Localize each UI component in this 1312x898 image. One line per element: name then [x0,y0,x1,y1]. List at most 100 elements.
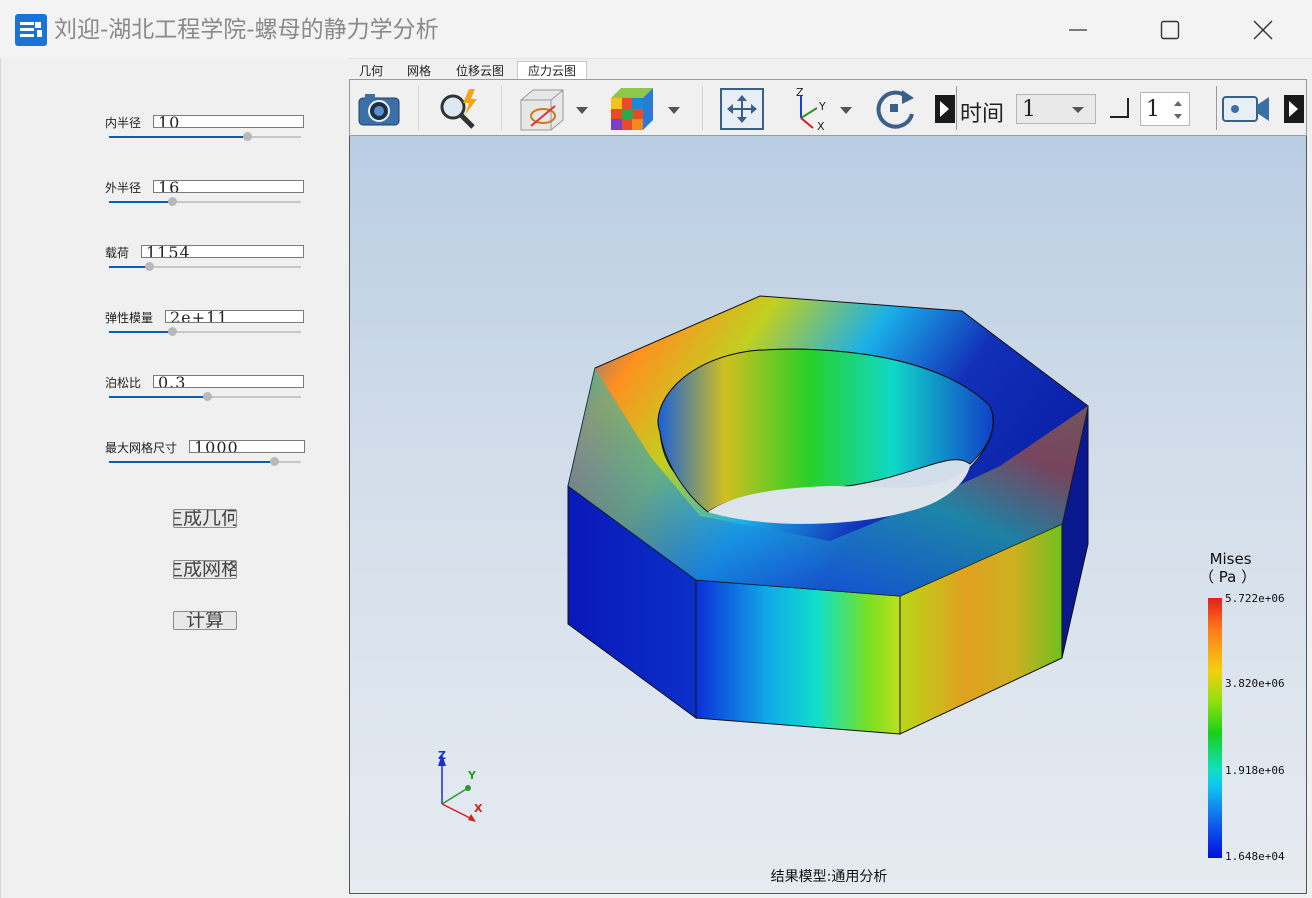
param-poisson-ratio: 泊松比 0.3 [1,375,349,415]
legend-value-max: 5.722e+06 [1225,592,1285,605]
svg-text:Y: Y [818,100,826,113]
step-value: 1 [1146,97,1160,122]
slider-fill [109,136,248,138]
record-video-button[interactable] [1220,86,1274,132]
slider-thumb[interactable] [202,392,212,401]
probe-icon [440,89,477,129]
axes-view-button[interactable]: Z Y X [786,86,836,132]
tab-displacement[interactable]: 位移云图 [456,63,504,79]
max-mesh-size-slider[interactable] [109,457,301,466]
overflow-arrow-icon [1284,95,1304,123]
rotate-button[interactable] [872,86,918,132]
screenshot-button[interactable] [356,86,402,132]
svg-text:X: X [817,120,825,132]
fit-view-button[interactable] [718,86,766,132]
chevron-down-icon [1072,107,1084,113]
legend-value-mid-low: 1.918e+06 [1225,764,1285,777]
param-label: 最大网格尺寸 [105,441,178,455]
outer-radius-slider[interactable] [109,197,301,206]
elastic-modulus-input[interactable]: 2e+11 [165,310,304,323]
spin-down-icon[interactable] [1173,113,1183,121]
button-label: 生成网格 [174,560,237,579]
maximize-icon [1160,20,1180,40]
title-bar: 刘迎-湖北工程学院-螺母的静力学分析 [0,0,1312,59]
param-label: 内半径 [105,116,142,130]
toolbar-separator [501,86,502,130]
param-label: 外半径 [105,181,142,195]
toolbar-overflow-right[interactable] [1284,86,1304,132]
toolbar: Z Y X 时间 1 1 [349,79,1307,136]
time-select-value: 1 [1022,97,1036,122]
max-mesh-size-input[interactable]: 1000 [189,440,305,453]
visibility-icon [520,89,564,131]
slider-fill [109,331,173,333]
slider-thumb[interactable] [168,197,178,206]
legend-value-mid-high: 3.820e+06 [1225,677,1285,690]
axes-icon: Z Y X [796,86,826,132]
toolbar-separator [956,86,957,130]
parameter-panel: 内半径 10 外半径 16 载荷 1154 弹性模量 2e+11 泊松比 0.3… [0,58,349,898]
generate-mesh-button[interactable]: 生成网格 [173,560,237,579]
poisson-ratio-slider[interactable] [109,392,301,401]
param-outer-radius: 外半径 16 [1,180,349,220]
app-icon [15,14,47,46]
param-label: 载荷 [105,246,130,260]
tab-mesh[interactable]: 网格 [407,63,431,79]
close-icon [1253,20,1273,40]
legend-title: Mises （ Pa ） [1199,550,1256,586]
outer-radius-input[interactable]: 16 [153,180,304,193]
rotate-icon [876,90,914,129]
compute-button[interactable]: 计算 [173,611,237,630]
tab-geometry[interactable]: 几何 [359,63,383,79]
visibility-dropdown-caret[interactable] [576,107,588,114]
fit-view-icon [720,88,764,130]
param-inner-radius: 内半径 10 [1,115,349,155]
load-input[interactable]: 1154 [141,245,304,258]
param-label: 弹性模量 [105,311,154,325]
poisson-ratio-input[interactable]: 0.3 [153,375,304,388]
param-load: 载荷 1154 [1,245,349,285]
spin-up-icon[interactable] [1173,99,1183,107]
close-button[interactable] [1243,14,1283,46]
model-label: 结果模型:通用分析 [770,869,888,885]
slider-fill [109,201,173,203]
slider-thumb[interactable] [145,262,155,271]
time-label: 时间 [960,102,1005,127]
3d-viewport[interactable]: Z Y X Mises （ Pa ） 5.722e+06 3.820e+06 1… [349,136,1307,894]
probe-button[interactable] [434,86,486,132]
legend-value-min: 1.648e+04 [1225,850,1285,863]
svg-text:Z: Z [796,86,804,99]
axes-dropdown-caret[interactable] [840,107,852,114]
minimize-icon [1069,29,1087,31]
param-label: 泊松比 [105,376,142,390]
visibility-button[interactable] [516,86,570,132]
legend-quantity: Mises [1209,550,1252,568]
minimize-button[interactable] [1058,14,1098,46]
maximize-button[interactable] [1150,14,1190,46]
slider-fill [109,396,207,398]
time-select[interactable]: 1 [1016,94,1096,124]
triad-y-label: Y [468,769,476,782]
inner-radius-slider[interactable] [109,132,301,141]
slider-thumb[interactable] [270,457,280,466]
camera-icon [358,94,400,126]
slider-fill [109,461,275,463]
step-spinbox[interactable]: 1 [1140,92,1190,126]
legend-unit: （ Pa ） [1199,568,1257,586]
legend-color-bar [1208,598,1222,858]
button-label: 计算 [185,611,224,630]
toolbar-overflow-left[interactable] [934,86,956,132]
generate-geometry-button[interactable]: 生成几何 [173,509,237,528]
toolbar-separator [418,86,419,130]
color-map-dropdown-caret[interactable] [668,107,680,114]
slider-thumb[interactable] [243,132,253,141]
load-slider[interactable] [109,262,301,271]
slider-thumb[interactable] [168,327,178,336]
inner-radius-input[interactable]: 10 [153,115,304,128]
video-camera-icon [1222,96,1269,122]
tab-stress[interactable]: 应力云图 [528,63,576,79]
param-elastic-modulus: 弹性模量 2e+11 [1,310,349,350]
elastic-modulus-slider[interactable] [109,327,301,336]
color-map-button[interactable] [606,86,658,132]
color-cube-icon [611,88,653,130]
